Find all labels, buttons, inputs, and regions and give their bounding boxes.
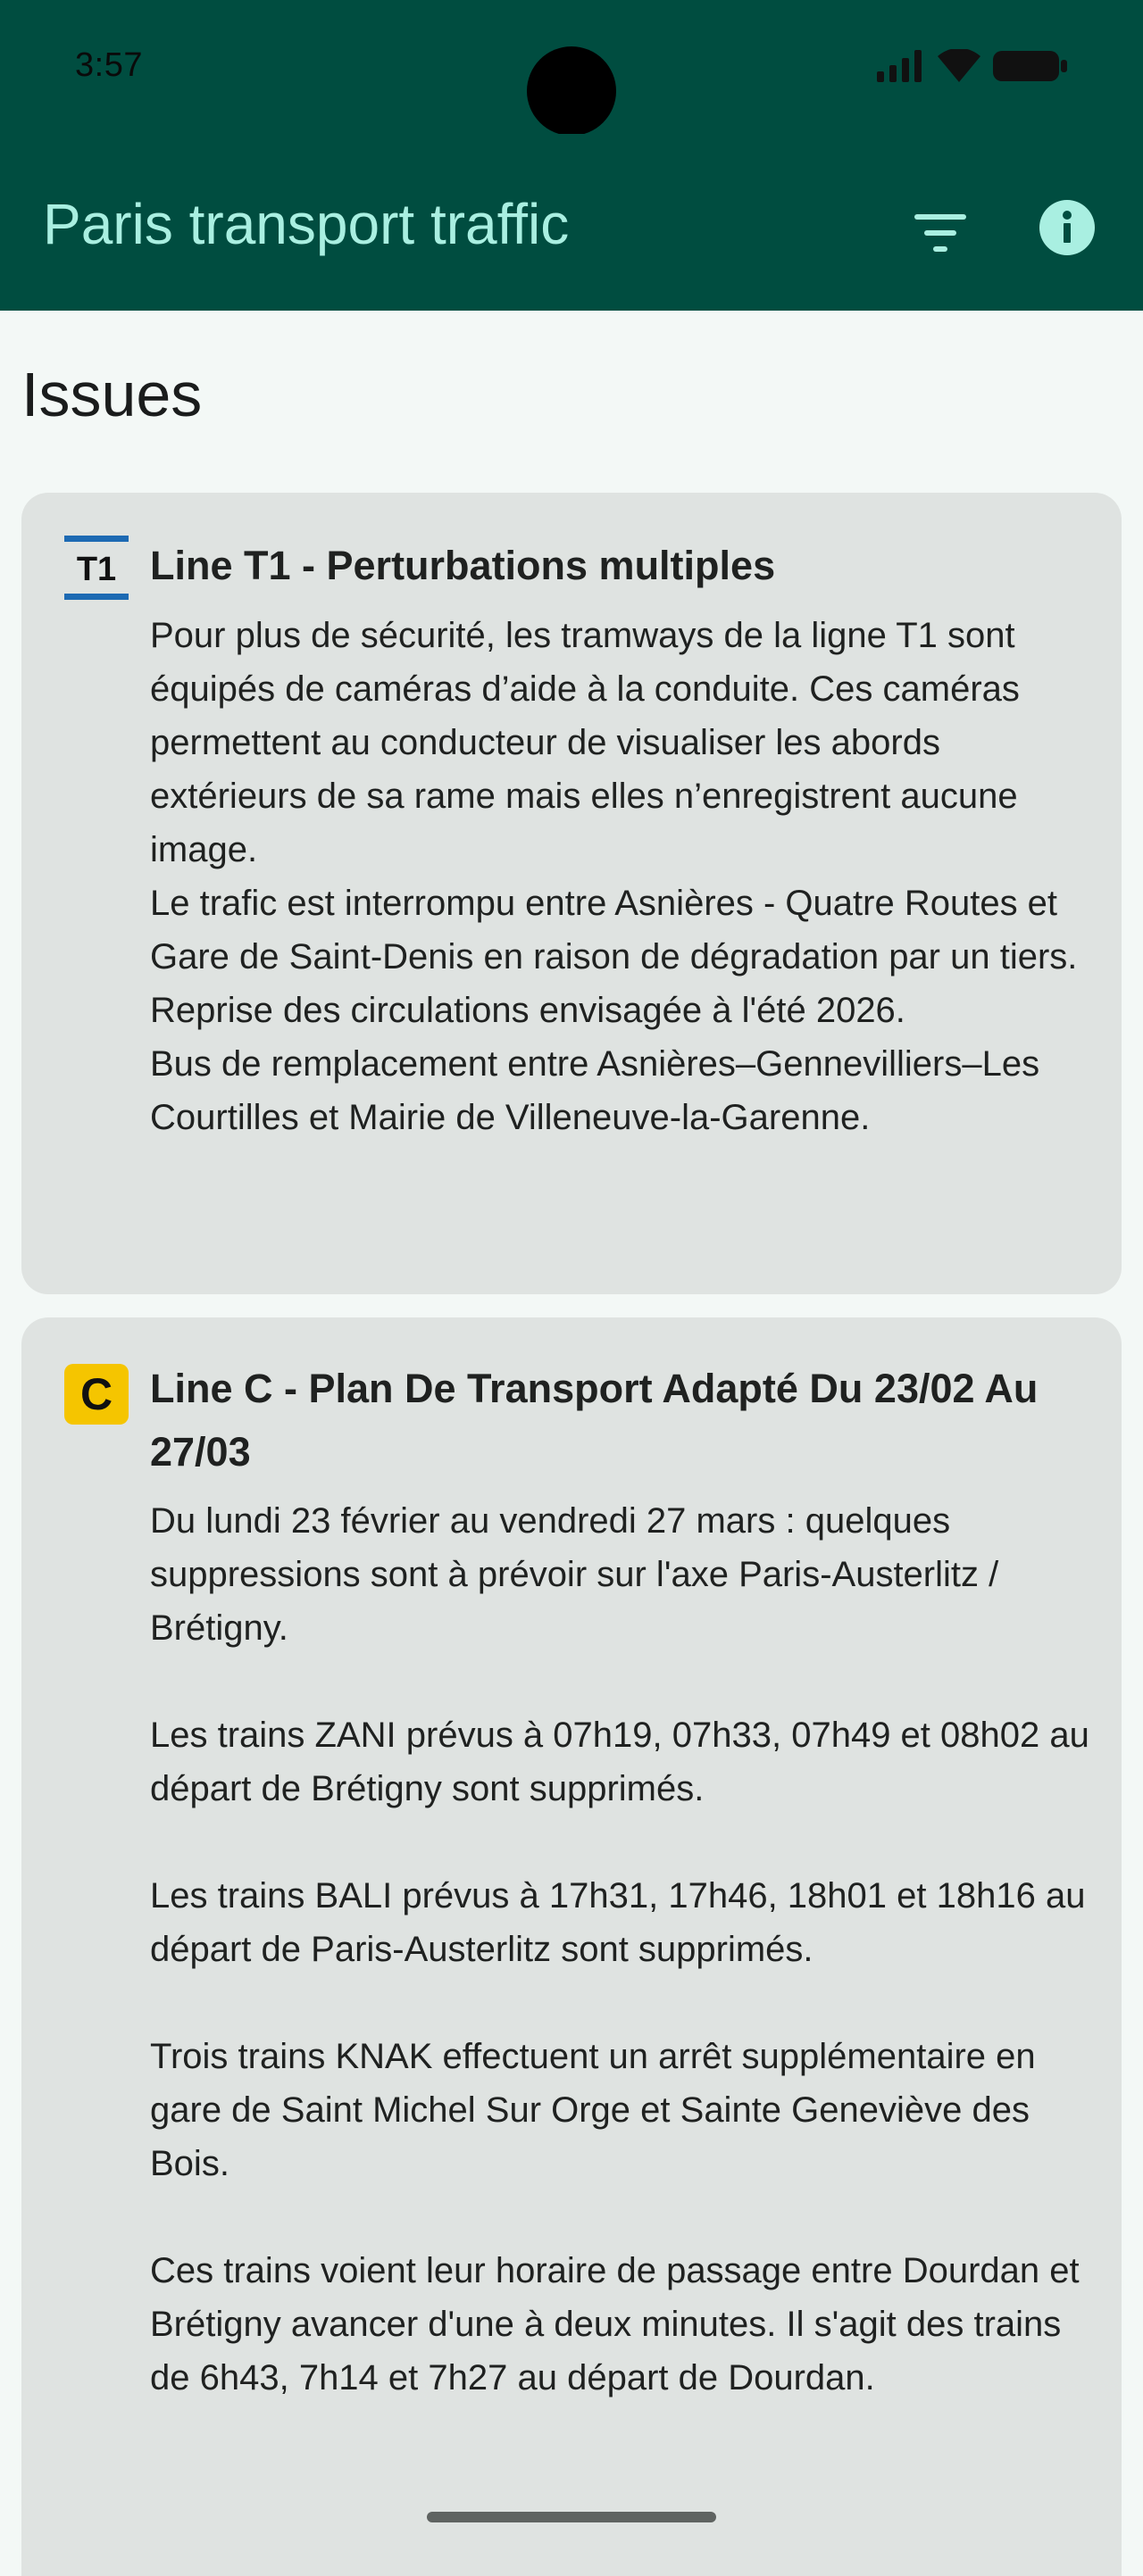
wifi-icon: [938, 47, 980, 87]
issue-title: Line T1 - Perturbations multiples: [150, 543, 776, 588]
issue-paragraph: Le trafic est interrompu entre Asnières …: [150, 884, 1078, 1030]
issue-title: Line C - Plan De Transport Adapté Du 23/…: [150, 1366, 1039, 1475]
status-bar: 3:57: [0, 0, 1143, 136]
section-title: Issues: [21, 360, 203, 429]
app-title: Paris transport traffic: [43, 192, 570, 256]
issue-card-t1[interactable]: T1 Line T1 - Perturbations multiples Pou…: [21, 493, 1122, 1294]
filter-button[interactable]: [909, 204, 972, 266]
filter-icon: [914, 213, 966, 256]
issue-paragraph: Du lundi 23 février au vendredi 27 mars …: [150, 1501, 999, 1648]
line-t1-badge: T1: [64, 536, 129, 600]
camera-cutout: [527, 46, 616, 136]
issue-card-c[interactable]: C Line C - Plan De Transport Adapté Du 2…: [21, 1317, 1122, 2576]
issue-paragraph: Pour plus de sécurité, les tramways de l…: [150, 616, 1020, 869]
status-icons: [877, 47, 1068, 87]
line-c-badge: C: [64, 1364, 129, 1425]
line-t1-badge-label: T1: [77, 551, 116, 588]
issue-description: Du lundi 23 février au vendredi 27 mars …: [150, 1494, 1105, 2405]
issue-paragraph: Bus de remplacement entre Asnières–Genne…: [150, 1044, 1040, 1137]
signal-icon: [877, 49, 925, 87]
home-indicator[interactable]: [427, 2512, 716, 2522]
issue-paragraph: Trois trains KNAK effectuent un arrêt su…: [150, 2037, 1036, 2183]
app-bar: Paris transport traffic: [0, 134, 1143, 311]
status-time: 3:57: [75, 46, 143, 84]
issue-paragraph: Les trains ZANI prévus à 07h19, 07h33, 0…: [150, 1716, 1089, 1808]
issue-description: Pour plus de sécurité, les tramways de l…: [150, 609, 1105, 1144]
issue-paragraph: Les trains BALI prévus à 17h31, 17h46, 1…: [150, 1876, 1086, 1969]
info-button[interactable]: [1036, 198, 1098, 261]
battery-icon: [993, 49, 1068, 87]
info-icon: [1039, 199, 1095, 260]
issue-paragraph: Ces trains voient leur horaire de passag…: [150, 2251, 1080, 2397]
